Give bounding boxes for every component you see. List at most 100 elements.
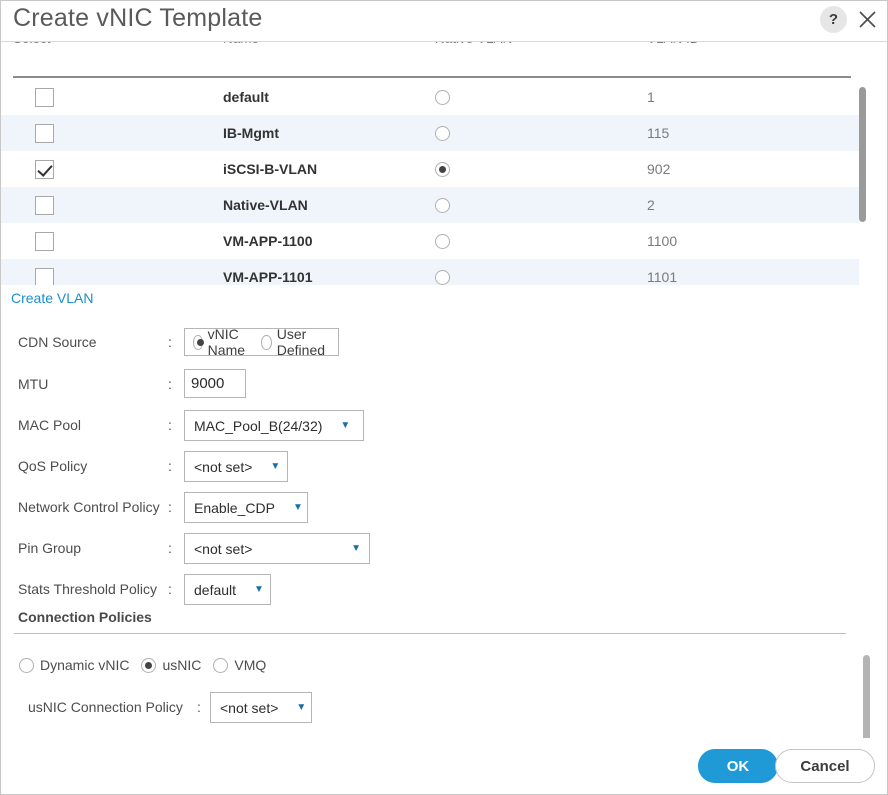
chevron-down-icon: ▼: [351, 542, 361, 554]
cancel-button[interactable]: Cancel: [775, 749, 875, 783]
dialog-title: Create vNIC Template: [13, 4, 263, 32]
pin-group-value: <not set>: [194, 540, 253, 557]
pin-group-label: Pin Group: [18, 540, 82, 556]
stats-threshold-policy-value: default: [194, 581, 237, 598]
row-select-cell: [35, 115, 75, 151]
mac-pool-dropdown[interactable]: MAC_Pool_B(24/32) ▼: [184, 410, 364, 441]
radio-icon[interactable]: [435, 233, 450, 249]
radio-icon[interactable]: [435, 125, 450, 141]
connection-policy-option-usnic[interactable]: usNIC: [141, 657, 201, 673]
row-name-cell: VM-APP-1100: [223, 233, 313, 249]
ok-button[interactable]: OK: [698, 749, 778, 783]
mtu-colon: :: [168, 376, 172, 392]
row-vlan-id-cell: 115: [647, 125, 670, 141]
checkbox-icon[interactable]: [35, 123, 54, 143]
network-control-policy-dropdown[interactable]: Enable_CDP ▼: [184, 492, 308, 523]
network-control-policy-colon: :: [168, 499, 172, 515]
table-row[interactable]: Native-VLAN 2: [1, 187, 859, 223]
vnic-form: Create VLAN CDN Source : vNIC Name User …: [1, 285, 887, 794]
chevron-down-icon: ▼: [270, 460, 281, 472]
connection-policy-option-label: usNIC: [162, 657, 202, 673]
connection-policies-heading: Connection Policies: [18, 609, 152, 625]
chevron-down-icon: ▼: [296, 701, 307, 713]
table-row[interactable]: VM-APP-1100 1100: [1, 223, 859, 259]
row-vlan-id-cell: 1101: [647, 269, 678, 285]
checkbox-icon[interactable]: [35, 267, 54, 285]
network-control-policy-value: Enable_CDP: [194, 499, 275, 516]
qos-policy-dropdown[interactable]: <not set> ▼: [184, 451, 288, 482]
radio-icon[interactable]: [19, 657, 34, 673]
column-header-name: Name: [223, 42, 259, 46]
chevron-down-icon: ▼: [340, 419, 351, 431]
stats-threshold-policy-dropdown[interactable]: default ▼: [184, 574, 271, 605]
stats-threshold-policy-label: Stats Threshold Policy: [18, 581, 158, 597]
table-row[interactable]: default 1: [1, 79, 859, 115]
row-native-vlan-cell: [435, 151, 475, 187]
radio-icon[interactable]: [435, 197, 450, 213]
radio-icon[interactable]: [141, 657, 157, 673]
vlan-table-scrollbar[interactable]: [859, 87, 866, 285]
connection-policy-option-label: Dynamic vNIC: [40, 657, 130, 673]
column-header-select: Select: [13, 42, 51, 46]
checkbox-icon[interactable]: [35, 87, 54, 107]
checkbox-icon[interactable]: [35, 195, 54, 215]
vlan-table: Select Name Native VLAN VLAN ID default 1…: [1, 42, 887, 285]
pin-group-colon: :: [168, 540, 172, 556]
column-header-vlan-id: VLAN ID: [647, 42, 700, 46]
connection-policies-divider: [14, 633, 846, 634]
row-native-vlan-cell: [435, 259, 475, 285]
radio-icon[interactable]: [435, 89, 450, 105]
cdn-source-option-label: User Defined: [276, 326, 326, 358]
create-vlan-link[interactable]: Create VLAN: [11, 290, 93, 306]
qos-policy-value: <not set>: [194, 458, 253, 475]
checkbox-icon[interactable]: [35, 159, 54, 179]
qos-policy-label: QoS Policy: [18, 458, 88, 474]
table-row[interactable]: VM-APP-1101 1101: [1, 259, 859, 285]
close-icon[interactable]: [854, 6, 881, 33]
mac-pool-colon: :: [168, 417, 172, 433]
chevron-down-icon: ▼: [292, 501, 303, 513]
vlan-table-scrollbar-thumb[interactable]: [859, 87, 866, 222]
row-native-vlan-cell: [435, 223, 475, 259]
mtu-label: MTU: [18, 376, 49, 392]
row-name-cell: IB-Mgmt: [223, 125, 279, 141]
dialog-footer: OK Cancel: [1, 738, 887, 794]
connection-policy-option-dynamic-vnic[interactable]: Dynamic vNIC: [19, 657, 129, 673]
table-row[interactable]: iSCSI-B-VLAN 902: [1, 151, 859, 187]
stats-threshold-policy-colon: :: [168, 581, 172, 597]
radio-icon[interactable]: [261, 334, 272, 350]
row-select-cell: [35, 151, 75, 187]
connection-policy-option-label: VMQ: [234, 657, 267, 673]
cdn-source-option-vnic-name[interactable]: vNIC Name: [193, 326, 250, 358]
radio-icon[interactable]: [435, 269, 450, 285]
connection-policy-option-vmq[interactable]: VMQ: [213, 657, 266, 673]
radio-icon[interactable]: [213, 657, 229, 673]
cdn-source-colon: :: [168, 334, 172, 350]
checkbox-icon[interactable]: [35, 231, 54, 251]
mac-pool-value: MAC_Pool_B(24/32): [194, 417, 323, 434]
cdn-source-option-user-defined[interactable]: User Defined: [261, 326, 329, 358]
create-vnic-template-dialog: Create vNIC Template ? Select Name Nativ…: [0, 0, 888, 795]
row-vlan-id-cell: 902: [647, 161, 671, 177]
usnic-connection-policy-dropdown[interactable]: <not set> ▼: [210, 692, 312, 723]
row-name-cell: Native-VLAN: [223, 197, 308, 213]
pin-group-dropdown[interactable]: <not set> ▼: [184, 533, 370, 564]
dialog-titlebar: Create vNIC Template ?: [1, 1, 887, 42]
table-row[interactable]: IB-Mgmt 115: [1, 115, 859, 151]
vlan-table-body: default 1 IB-Mgmt 115 iSCSI-B-VLAN 902 Native-…: [1, 79, 859, 285]
help-icon[interactable]: ?: [820, 6, 847, 33]
mac-pool-label: MAC Pool: [18, 417, 82, 433]
mtu-input[interactable]: 9000: [184, 369, 246, 398]
row-vlan-id-cell: 2: [647, 197, 655, 213]
row-select-cell: [35, 79, 75, 115]
radio-icon[interactable]: [193, 334, 204, 350]
chevron-down-icon: ▼: [254, 583, 264, 595]
usnic-connection-policy-label: usNIC Connection Policy: [28, 699, 183, 715]
usnic-connection-policy-colon: :: [197, 699, 201, 715]
row-name-cell: default: [223, 89, 269, 105]
radio-icon[interactable]: [435, 161, 450, 177]
row-native-vlan-cell: [435, 115, 475, 151]
network-control-policy-label: Network Control Policy: [18, 499, 160, 515]
usnic-connection-policy-value: <not set>: [220, 699, 279, 716]
cdn-source-radio-group: vNIC Name User Defined: [184, 326, 339, 358]
